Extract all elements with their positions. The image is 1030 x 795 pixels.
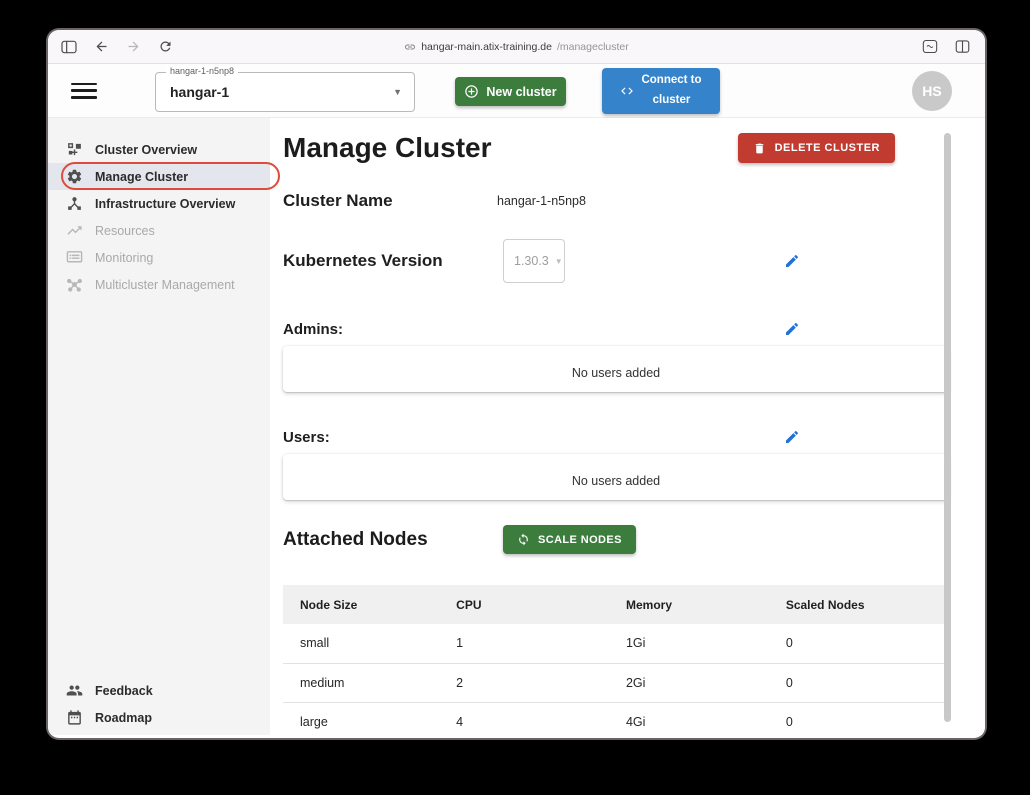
- cell-node-size: large: [283, 702, 456, 735]
- sidebar-item-monitoring[interactable]: Monitoring: [48, 244, 270, 271]
- browser-window: hangar-main.atix-training.de/manageclust…: [48, 30, 985, 738]
- scale-nodes-button[interactable]: SCALE NODES: [503, 525, 636, 554]
- cell-node-size: medium: [283, 663, 456, 702]
- forward-icon[interactable]: [124, 38, 142, 56]
- chevron-down-icon: ▼: [393, 87, 402, 97]
- edit-admins-icon[interactable]: [784, 321, 800, 337]
- nodes-table: Node Size CPU Memory Scaled Nodes small …: [283, 585, 949, 735]
- plus-circle-icon: [464, 84, 479, 99]
- back-icon[interactable]: [92, 38, 110, 56]
- cell-scaled-nodes: 0: [786, 702, 949, 735]
- column-header: CPU: [456, 585, 626, 624]
- edit-version-icon[interactable]: [784, 253, 800, 269]
- sidebar: Cluster Overview Manage Cluster Infrastr…: [48, 118, 270, 735]
- sidebar-item-label: Manage Cluster: [95, 170, 188, 184]
- sidebar-item-label: Monitoring: [95, 251, 153, 265]
- sidebar-item-resources[interactable]: Resources: [48, 217, 270, 244]
- kubernetes-version-value: 1.30.3: [514, 254, 549, 268]
- people-icon: [66, 682, 83, 699]
- kubernetes-version-label: Kubernetes Version: [283, 251, 503, 271]
- column-header: Memory: [626, 585, 786, 624]
- sidebar-toggle-icon[interactable]: [60, 38, 78, 56]
- gear-icon: [66, 168, 83, 185]
- menu-icon[interactable]: [71, 83, 97, 99]
- sidebar-item-infrastructure-overview[interactable]: Infrastructure Overview: [48, 190, 270, 217]
- cell-memory: 2Gi: [626, 663, 786, 702]
- page-title: Manage Cluster: [283, 132, 492, 164]
- browser-chrome: hangar-main.atix-training.de/manageclust…: [48, 30, 985, 64]
- cell-cpu: 1: [456, 624, 626, 663]
- sidebar-item-multicluster-management[interactable]: Multicluster Management: [48, 271, 270, 298]
- sidebar-item-manage-cluster[interactable]: Manage Cluster: [48, 163, 270, 190]
- column-header: Node Size: [283, 585, 456, 624]
- table-row: small 1 1Gi 0: [283, 624, 949, 663]
- device-hub-icon: [66, 195, 83, 212]
- cell-cpu: 2: [456, 663, 626, 702]
- main-content: Manage Cluster DELETE CLUSTER Cluster Na…: [270, 118, 985, 735]
- cell-scaled-nodes: 0: [786, 663, 949, 702]
- attached-nodes-title: Attached Nodes: [283, 529, 503, 551]
- trending-chart-icon: [66, 222, 83, 239]
- sidebar-item-roadmap[interactable]: Roadmap: [48, 704, 270, 731]
- cell-scaled-nodes: 0: [786, 624, 949, 663]
- app-toolbar: hangar-1-n5np8 hangar-1 ▼ New cluster Co…: [48, 64, 985, 118]
- column-header: Scaled Nodes: [786, 585, 949, 624]
- calendar-icon: [66, 709, 83, 726]
- sync-icon: [517, 533, 530, 546]
- page-settings-icon[interactable]: [921, 38, 939, 56]
- cluster-name-value: hangar-1-n5np8: [497, 194, 586, 208]
- tab-overview-icon[interactable]: [953, 38, 971, 56]
- sidebar-item-label: Infrastructure Overview: [95, 197, 235, 211]
- connect-cluster-button[interactable]: Connect to cluster: [602, 68, 720, 114]
- table-row: large 4 4Gi 0: [283, 702, 949, 735]
- scale-nodes-label: SCALE NODES: [538, 534, 622, 546]
- connect-cluster-label: Connect to cluster: [641, 71, 701, 110]
- users-empty-text: No users added: [572, 474, 660, 488]
- code-icon: [620, 84, 634, 98]
- admins-label: Admins:: [283, 321, 343, 338]
- chevron-down-icon: ▼: [555, 257, 563, 266]
- cell-memory: 4Gi: [626, 702, 786, 735]
- users-label: Users:: [283, 429, 330, 446]
- link-icon: [404, 41, 416, 53]
- cluster-select[interactable]: hangar-1-n5np8 hangar-1 ▼: [155, 72, 415, 112]
- new-cluster-label: New cluster: [486, 85, 556, 99]
- kubernetes-version-select[interactable]: 1.30.3 ▼: [503, 239, 565, 283]
- url-domain: hangar-main.atix-training.de: [421, 41, 552, 53]
- cluster-name-label: Cluster Name: [283, 191, 497, 211]
- table-row: medium 2 2Gi 0: [283, 663, 949, 702]
- cluster-tree-icon: [66, 141, 83, 158]
- monitor-icon: [66, 249, 83, 266]
- avatar[interactable]: HS: [912, 71, 952, 111]
- sidebar-item-label: Resources: [95, 224, 155, 238]
- sidebar-item-cluster-overview[interactable]: Cluster Overview: [48, 136, 270, 163]
- cell-node-size: small: [283, 624, 456, 663]
- sidebar-item-feedback[interactable]: Feedback: [48, 677, 270, 704]
- sidebar-item-label: Roadmap: [95, 711, 152, 725]
- address-bar[interactable]: hangar-main.atix-training.de/manageclust…: [48, 30, 985, 63]
- avatar-initials: HS: [922, 83, 941, 99]
- edit-users-icon[interactable]: [784, 429, 800, 445]
- new-cluster-button[interactable]: New cluster: [455, 77, 566, 106]
- delete-cluster-button[interactable]: DELETE CLUSTER: [738, 133, 895, 163]
- reload-icon[interactable]: [156, 38, 174, 56]
- url-path: /managecluster: [557, 41, 629, 53]
- admins-empty-card: No users added: [283, 346, 949, 392]
- delete-cluster-label: DELETE CLUSTER: [775, 142, 880, 154]
- cluster-select-value: hangar-1: [170, 84, 229, 100]
- sidebar-item-label: Multicluster Management: [95, 278, 235, 292]
- table-header-row: Node Size CPU Memory Scaled Nodes: [283, 585, 949, 624]
- hub-network-icon: [66, 276, 83, 293]
- sidebar-item-label: Cluster Overview: [95, 143, 197, 157]
- cell-memory: 1Gi: [626, 624, 786, 663]
- sidebar-item-label: Feedback: [95, 684, 153, 698]
- admins-empty-text: No users added: [572, 366, 660, 380]
- cell-cpu: 4: [456, 702, 626, 735]
- trash-icon: [753, 142, 766, 155]
- scrollbar-thumb[interactable]: [944, 133, 951, 722]
- users-empty-card: No users added: [283, 454, 949, 500]
- cluster-select-label: hangar-1-n5np8: [166, 66, 238, 76]
